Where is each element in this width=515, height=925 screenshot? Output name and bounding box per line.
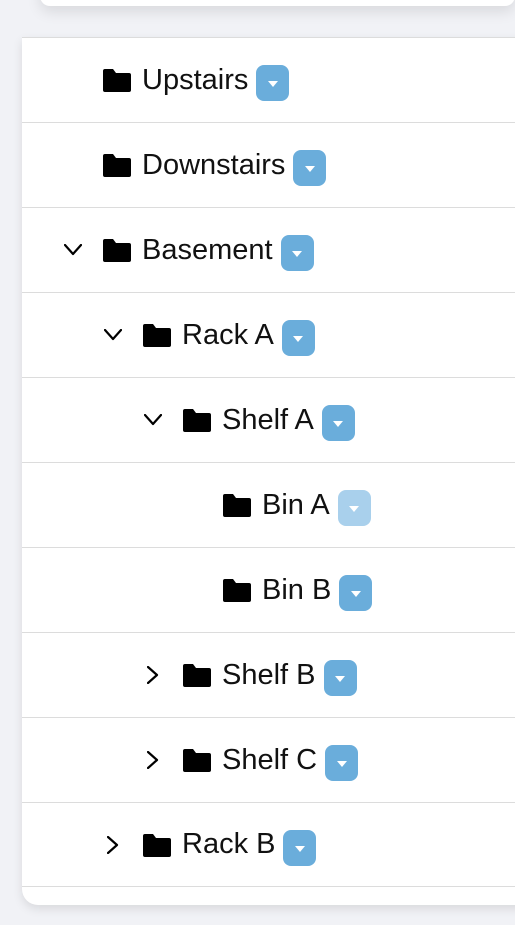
tree-row[interactable]: Shelf B	[22, 632, 515, 717]
row-dropdown-button[interactable]	[325, 745, 359, 781]
tree-row-label[interactable]: Rack B	[182, 828, 275, 861]
folder-icon	[102, 67, 132, 93]
row-dropdown-button[interactable]	[281, 320, 315, 356]
row-dropdown-button[interactable]	[283, 829, 317, 866]
tree-row-label[interactable]: Upstairs	[142, 64, 248, 97]
caret-down-icon	[336, 761, 347, 767]
tree-row-label[interactable]: Basement	[142, 234, 273, 267]
folder-icon	[142, 832, 172, 858]
tree-row[interactable]: Rack A	[22, 292, 515, 377]
caret-down-icon	[294, 845, 305, 852]
chevron-down-icon[interactable]	[62, 239, 84, 261]
tree-row-label[interactable]: Downstairs	[142, 149, 285, 182]
caret-down-icon	[333, 421, 344, 427]
tree-row-label[interactable]: Bin B	[262, 574, 331, 607]
tree-row[interactable]: Rack B	[22, 802, 515, 887]
folder-icon	[182, 747, 212, 773]
row-dropdown-button[interactable]	[293, 150, 327, 186]
tree-row[interactable]: Bin B	[22, 547, 515, 632]
caret-down-icon	[292, 251, 303, 257]
chevron-down-icon[interactable]	[102, 324, 124, 346]
tree-row-label[interactable]: Shelf B	[222, 659, 316, 692]
tree-row-label[interactable]: Rack A	[182, 319, 274, 352]
folder-icon	[222, 492, 252, 518]
chevron-right-icon[interactable]	[142, 749, 164, 771]
tree-row-label[interactable]: Shelf A	[222, 404, 314, 437]
folder-icon	[182, 407, 212, 433]
caret-down-icon	[293, 336, 304, 342]
caret-down-icon	[304, 166, 315, 172]
tree-row-label[interactable]: Shelf C	[222, 744, 317, 777]
chevron-down-icon[interactable]	[142, 409, 164, 431]
chevron-right-icon[interactable]	[102, 834, 124, 856]
tree-row[interactable]: Basement	[22, 207, 515, 292]
caret-down-icon	[350, 591, 361, 597]
folder-icon	[142, 322, 172, 348]
folder-icon	[182, 662, 212, 688]
tree-row-label[interactable]: Bin A	[262, 489, 330, 522]
folder-icon	[102, 152, 132, 178]
row-dropdown-button[interactable]	[256, 65, 290, 101]
tree-row[interactable]: Shelf A	[22, 377, 515, 462]
tree-row[interactable]: Upstairs	[22, 37, 515, 122]
row-dropdown-button[interactable]	[280, 235, 314, 271]
folder-icon	[222, 577, 252, 603]
caret-down-icon	[349, 506, 360, 512]
tree-row[interactable]: Bin A	[22, 462, 515, 547]
tree-panel: Upstairs Downstairs Basement Rack A Shelf A B…	[22, 37, 515, 905]
row-dropdown-button[interactable]	[323, 660, 357, 696]
row-dropdown-button[interactable]	[321, 405, 355, 441]
row-dropdown-button[interactable]	[339, 575, 373, 611]
tree-row[interactable]: Downstairs	[22, 122, 515, 207]
folder-icon	[102, 237, 132, 263]
row-dropdown-button[interactable]	[337, 490, 371, 526]
caret-down-icon	[267, 81, 278, 87]
chevron-right-icon[interactable]	[142, 664, 164, 686]
caret-down-icon	[335, 676, 345, 682]
tree-row[interactable]: Shelf C	[22, 717, 515, 802]
top-bar-edge	[40, 0, 515, 6]
